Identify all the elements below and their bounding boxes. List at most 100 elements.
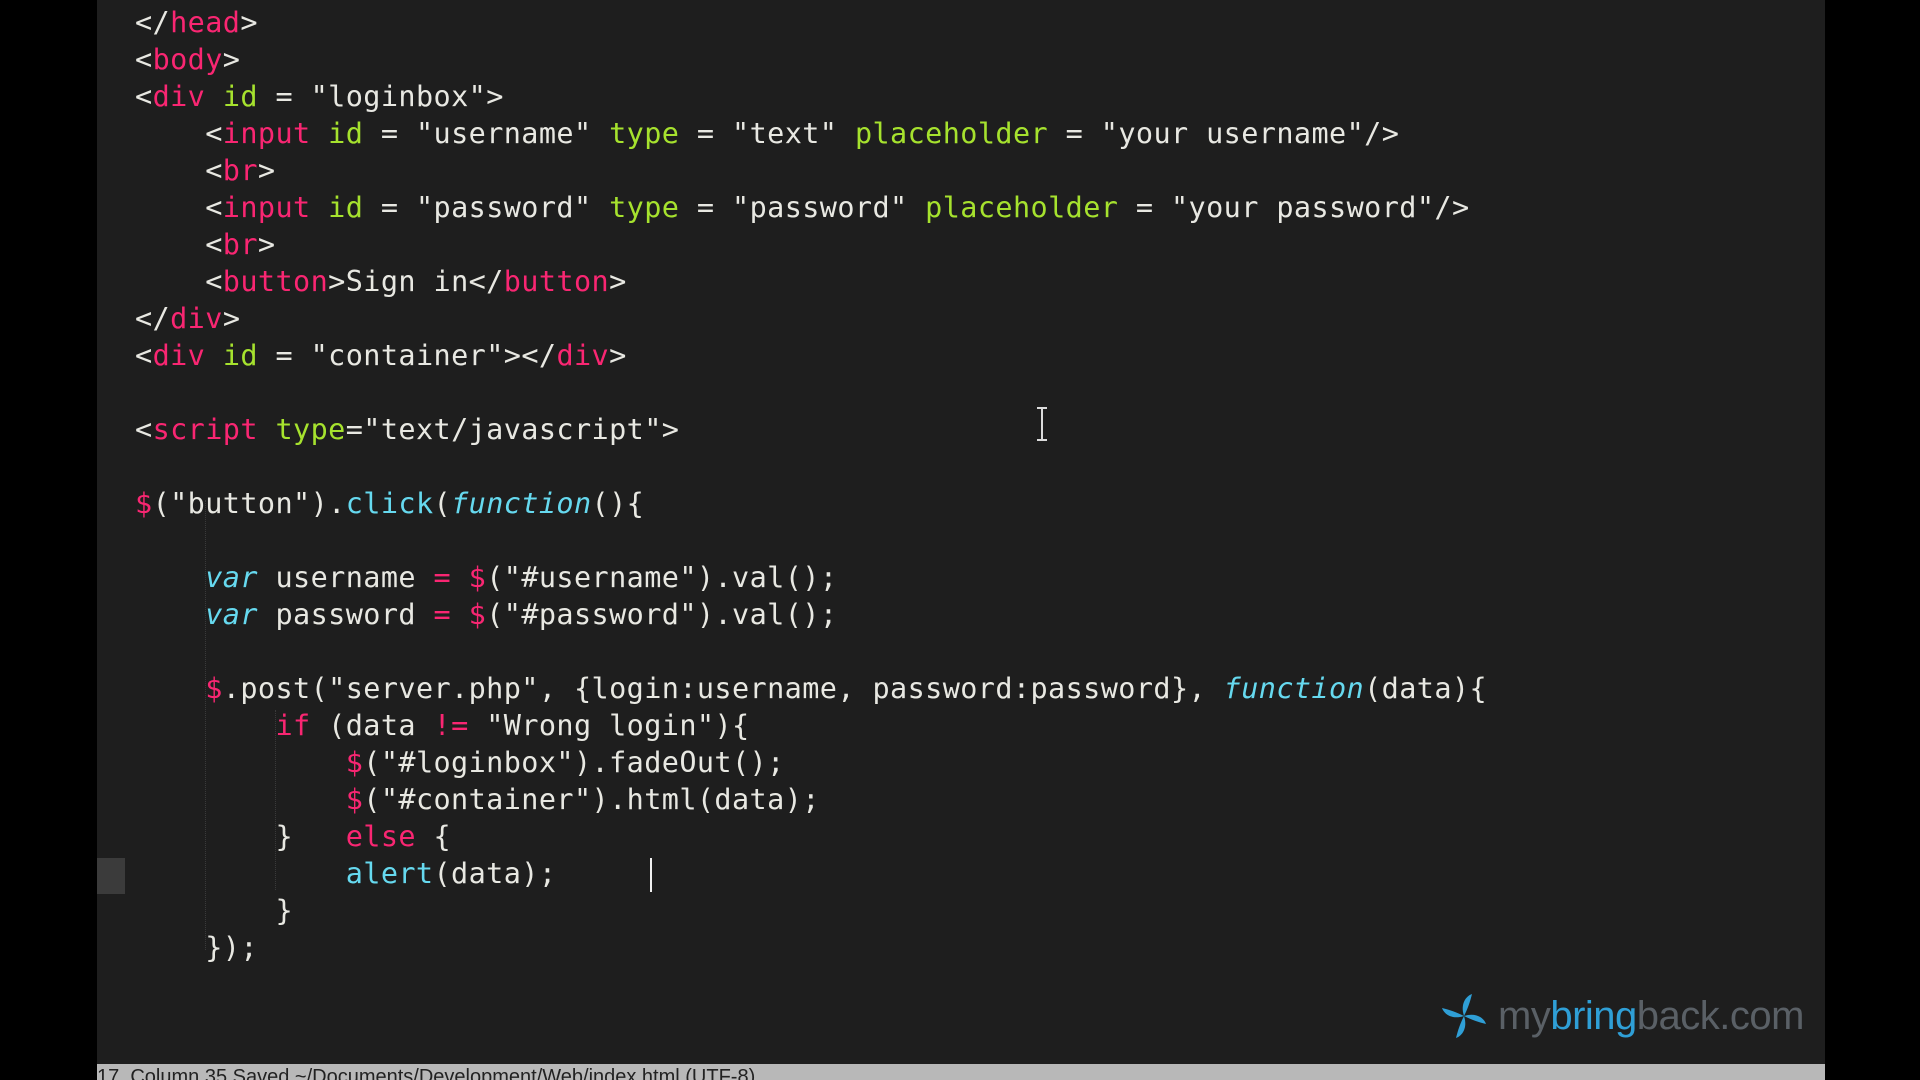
code-token: < [135, 43, 153, 76]
code-token: < [135, 154, 223, 187]
code-token: function [1223, 672, 1365, 705]
pinwheel-logo-icon [1442, 994, 1486, 1038]
code-editor[interactable]: </head> <body> <div id = "loginbox"> <inpu… [97, 0, 1825, 1064]
code-line[interactable]: alert(data); [135, 855, 1487, 892]
code-token: </ [135, 6, 171, 39]
code-token: type [609, 191, 680, 224]
code-line[interactable]: </head> [135, 4, 1487, 41]
code-line[interactable] [135, 522, 1487, 559]
indent-guide [205, 500, 207, 950]
code-token: div [556, 339, 610, 372]
code-line[interactable]: <br> [135, 226, 1487, 263]
code-token: type [609, 117, 680, 150]
code-token: </ [135, 302, 171, 335]
code-line[interactable] [135, 374, 1487, 411]
code-token: (data){ [1364, 672, 1488, 705]
code-token: password [257, 598, 434, 631]
code-token: $ [205, 672, 223, 705]
code-token: = [257, 80, 311, 113]
code-line[interactable]: <script type="text/javascript"> [135, 411, 1487, 448]
code-line[interactable]: <input id = "password" type = "password"… [135, 189, 1487, 226]
code-token: id [328, 117, 364, 150]
code-token: div [152, 80, 206, 113]
code-token: { [415, 820, 452, 853]
code-line[interactable]: } [135, 892, 1487, 929]
code-line[interactable] [135, 633, 1487, 670]
code-token: .post("server.php", {login:username, pas… [222, 672, 1224, 705]
code-token: (data [310, 709, 434, 742]
watermark-text: mybringback.com [1498, 993, 1804, 1038]
code-token: ("#container").html(data); [363, 783, 820, 816]
code-area[interactable]: </head> <body> <div id = "loginbox"> <inpu… [135, 4, 1487, 966]
code-token: "loginbox" [310, 80, 487, 113]
code-token: var [205, 561, 258, 594]
code-token: "Wrong login"){ [468, 709, 750, 742]
code-line[interactable]: }); [135, 929, 1487, 966]
code-token: else [345, 820, 416, 853]
code-token: < [135, 413, 153, 446]
status-text: 17, Column 35 Saved ~/Documents/Developm… [97, 1066, 756, 1080]
code-line[interactable]: $("#container").html(data); [135, 781, 1487, 818]
code-token: button [222, 265, 329, 298]
code-token: body [152, 43, 223, 76]
code-token: > [257, 228, 276, 261]
code-token: (){ [591, 487, 645, 520]
code-token: head [170, 6, 241, 39]
code-token: = "password" [363, 191, 610, 224]
code-token: placeholder [925, 191, 1119, 224]
code-token: $ [468, 561, 487, 594]
code-token: ("button"). [152, 487, 346, 520]
code-token: = "your password"/> [1118, 191, 1470, 224]
code-line[interactable]: $.post("server.php", {login:username, pa… [135, 670, 1487, 707]
code-token: input [222, 117, 311, 150]
code-token: < [135, 228, 223, 261]
code-line[interactable]: <input id = "username" type = "text" pla… [135, 115, 1487, 152]
code-token: } [135, 894, 294, 927]
code-token: alert [345, 857, 434, 890]
code-token: = [433, 561, 452, 594]
code-token: < [135, 191, 223, 224]
code-token: id [222, 80, 258, 113]
code-line[interactable]: <div id = "loginbox"> [135, 78, 1487, 115]
code-token: br [222, 154, 258, 187]
code-line[interactable]: } else { [135, 818, 1487, 855]
code-token: br [222, 228, 258, 261]
code-token: ( [433, 487, 452, 520]
code-line[interactable]: var password = $("#password").val(); [135, 596, 1487, 633]
code-token: > [609, 339, 627, 372]
code-line[interactable] [135, 448, 1487, 485]
code-line[interactable]: <br> [135, 152, 1487, 189]
code-line[interactable]: <div id = "container"></div> [135, 337, 1487, 374]
code-token: input [222, 191, 311, 224]
code-line[interactable]: <body> [135, 41, 1487, 78]
code-token: $ [135, 487, 153, 520]
code-token: $ [345, 746, 364, 779]
code-line[interactable]: $("button").click(function(){ [135, 485, 1487, 522]
code-token: (data); [433, 857, 557, 890]
code-line[interactable]: $("#loginbox").fadeOut(); [135, 744, 1487, 781]
code-token: } [135, 820, 346, 853]
code-line[interactable]: if (data != "Wrong login"){ [135, 707, 1487, 744]
watermark-logo: mybringback.com [1438, 988, 1804, 1044]
code-token: script [152, 413, 258, 446]
code-line[interactable]: <button>Sign in</button> [135, 263, 1487, 300]
code-token: > [609, 265, 627, 298]
code-token: id [328, 191, 364, 224]
code-token: > [240, 6, 258, 39]
i-beam-cursor-icon [1037, 407, 1047, 441]
code-line[interactable]: var username = $("#username").val(); [135, 559, 1487, 596]
text-caret [650, 858, 652, 892]
code-token: < [135, 265, 223, 298]
code-line[interactable]: </div> [135, 300, 1487, 337]
gutter-line-marker [97, 858, 125, 894]
